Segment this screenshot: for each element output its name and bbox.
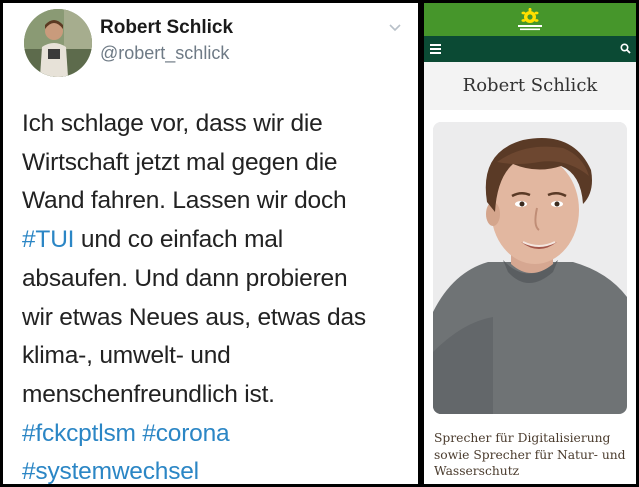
- portrait-image: [433, 122, 627, 414]
- tweet-text-line: wir etwas Neues aus, etwas das: [22, 299, 414, 338]
- tweet-text-line: Ich schlage vor, dass wir die: [22, 105, 414, 144]
- tweet-author-name[interactable]: Robert Schlick: [100, 17, 233, 39]
- tweet-text-line: absaufen. Und dann probieren: [22, 260, 414, 299]
- site-header: [424, 3, 636, 36]
- tweet-text-line: klima-, umwelt- und: [22, 337, 414, 376]
- menu-icon[interactable]: [430, 44, 441, 54]
- avatar[interactable]: [24, 9, 92, 77]
- tweet-text-segment: Ich schlage vor, dass wir die: [22, 110, 323, 137]
- tweet-text-segment: wir etwas Neues aus, etwas das: [22, 303, 366, 331]
- tweet-text-line: #fckcptlsm #corona: [22, 415, 414, 454]
- tweet-text-segment: absaufen. Und dann probieren: [22, 264, 348, 292]
- hashtag-link[interactable]: #TUI: [22, 226, 74, 253]
- tweet-text-line: #systemwechsel: [22, 453, 414, 484]
- profile-photo: [433, 122, 627, 414]
- sunflower-logo-icon[interactable]: [515, 8, 545, 32]
- tweet-text-line: Wand fahren. Lassen wir doch: [22, 182, 414, 221]
- chevron-down-icon[interactable]: [388, 21, 402, 35]
- role-caption: Sprecher für Digitalisierung sowie Sprec…: [434, 430, 634, 480]
- tweet-text-line: #TUI und co einfach mal: [22, 221, 414, 260]
- tweet-text-segment: Wirtschaft jetzt mal gegen die: [22, 148, 338, 176]
- tweet-text-line: menschenfreundlich ist.: [22, 376, 414, 415]
- caption-line: Sprecher für Digitalisierung: [434, 431, 611, 445]
- tweet-panel: Robert Schlick @robert_schlick Ich schla…: [3, 3, 418, 484]
- tweet-text-segment: menschenfreundlich ist.: [22, 380, 275, 408]
- hashtag-link[interactable]: #systemwechsel: [22, 458, 199, 484]
- avatar-photo: [24, 9, 92, 77]
- tweet-text-segment: Wand fahren. Lassen wir doch: [22, 187, 347, 215]
- tweet-text-line: Wirtschaft jetzt mal gegen die: [22, 144, 414, 183]
- caption-line: Wasserschutz: [434, 464, 520, 478]
- tweet-author-handle[interactable]: @robert_schlick: [100, 43, 229, 64]
- tweet-text: Ich schlage vor, dass wir die Wirtschaft …: [22, 105, 414, 484]
- site-nav-bar: [424, 36, 636, 62]
- caption-line: sowie Sprecher für Natur- und: [434, 447, 626, 462]
- website-panel: Robert Schlick Sprecher für Digitalisier…: [424, 3, 636, 484]
- tweet-text-segment: klima-, umwelt- und: [22, 342, 231, 370]
- page-title: Robert Schlick: [462, 75, 598, 96]
- search-icon[interactable]: [620, 43, 631, 54]
- hashtag-link[interactable]: #fckcptlsm #corona: [22, 420, 230, 447]
- tweet-text-segment: und co einfach mal: [74, 226, 283, 254]
